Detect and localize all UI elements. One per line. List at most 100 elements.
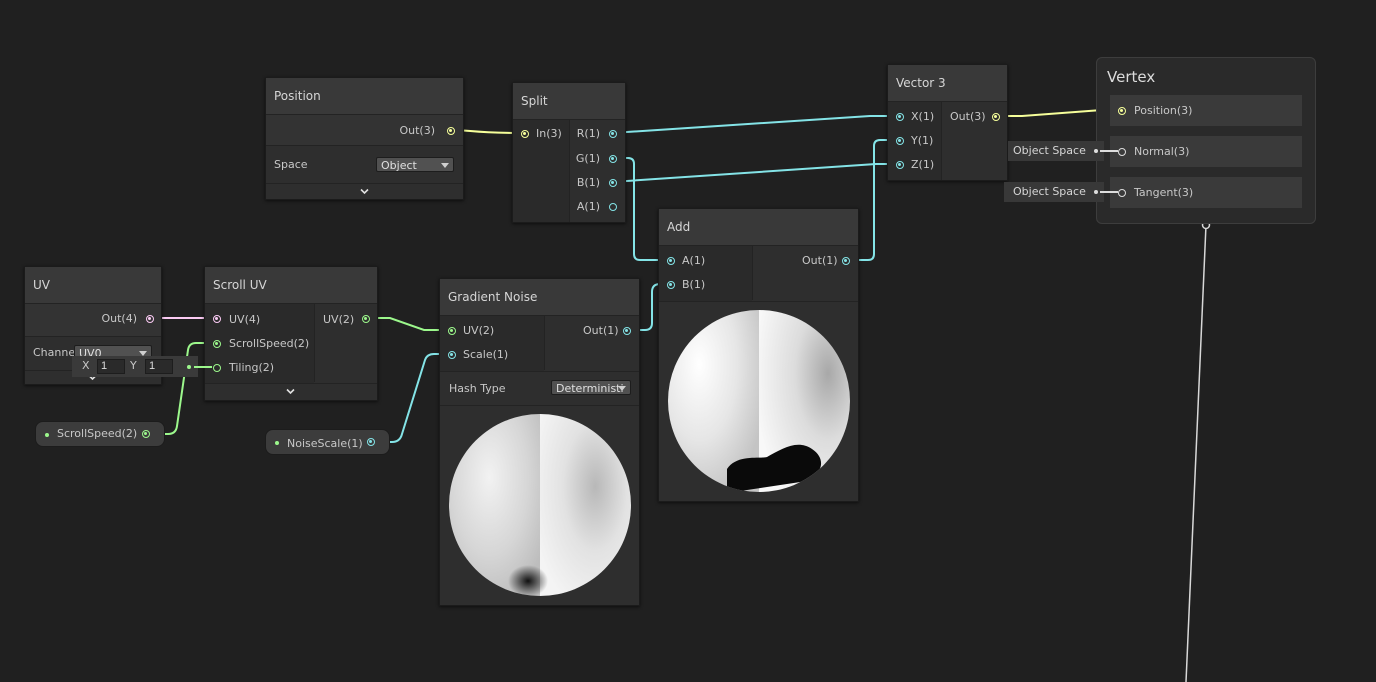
noisescale-property-node[interactable]: NoiseScale(1) <box>265 429 390 455</box>
split-out-r-port[interactable] <box>609 130 617 138</box>
split-out-g-label: G(1) <box>575 152 600 165</box>
vertex-block-position[interactable]: Position(3) <box>1110 95 1302 126</box>
uv-out-label: Out(4) <box>101 312 137 325</box>
tangent-space-link <box>1100 191 1118 193</box>
position-out-label: Out(3) <box>399 124 435 137</box>
split-out-a-label: A(1) <box>576 200 600 213</box>
scrollspeed-property-node[interactable]: ScrollSpeed(2) <box>35 421 165 447</box>
noise-out-label: Out(1) <box>583 324 619 337</box>
scroll-uv-in-uv-port[interactable] <box>213 315 221 323</box>
gradient-noise-preview[interactable] <box>448 413 632 597</box>
vector3-out-port[interactable] <box>992 113 1000 121</box>
scroll-uv-in-tiling-port[interactable] <box>213 364 221 372</box>
tiling-y-label: Y <box>130 359 137 372</box>
property-indicator-icon <box>275 441 279 445</box>
hash-type-dropdown[interactable]: Deterministi <box>551 380 631 395</box>
vertex-normal-label: Normal(3) <box>1134 145 1190 158</box>
vertex-tangent-port[interactable] <box>1118 189 1126 197</box>
position-space-dropdown[interactable]: Object <box>376 157 454 172</box>
normal-space-link <box>1100 150 1118 152</box>
split-out-a-port[interactable] <box>609 203 617 211</box>
uv-channel-label: Channe <box>33 346 76 359</box>
vector3-in-x-port[interactable] <box>896 113 904 121</box>
uv-node-title[interactable]: UV <box>25 267 161 303</box>
noise-in-uv-port[interactable] <box>448 327 456 335</box>
tiling-link <box>194 366 212 368</box>
scroll-uv-out-port[interactable] <box>362 315 370 323</box>
add-out-label: Out(1) <box>802 254 838 267</box>
noisescale-property-label: NoiseScale(1) <box>287 437 363 450</box>
scrollspeed-property-label: ScrollSpeed(2) <box>57 427 138 440</box>
split-out-g-port[interactable] <box>609 155 617 163</box>
vertex-tangent-label: Tangent(3) <box>1134 186 1194 199</box>
position-node-title[interactable]: Position <box>266 78 463 114</box>
tiling-dot <box>187 365 191 369</box>
add-node-title[interactable]: Add <box>659 209 858 245</box>
split-out-b-label: B(1) <box>576 176 600 189</box>
scroll-uv-out-label: UV(2) <box>323 313 355 326</box>
position-space-label: Space <box>274 158 308 171</box>
scroll-uv-in-speed-port[interactable] <box>213 340 221 348</box>
wire-split-r-to-vector3-x[interactable] <box>611 115 899 134</box>
tiling-x-field[interactable] <box>97 359 125 374</box>
scroll-uv-in-tiling-label: Tiling(2) <box>229 361 275 374</box>
vertex-context-title: Vertex <box>1107 68 1156 86</box>
chevron-down-icon <box>441 163 449 168</box>
add-in-a-label: A(1) <box>682 254 706 267</box>
property-indicator-icon <box>45 433 49 437</box>
expand-chevron-icon[interactable] <box>360 187 369 196</box>
split-in-port[interactable] <box>521 130 529 138</box>
expand-chevron-icon[interactable] <box>286 387 295 396</box>
add-preview[interactable] <box>667 309 851 493</box>
scroll-uv-node[interactable]: Scroll UV UV(4) ScrollSpeed(2) Tiling(2)… <box>204 266 378 401</box>
split-in-label: In(3) <box>536 127 562 140</box>
vertex-normal-port[interactable] <box>1118 148 1126 156</box>
vector3-out-label: Out(3) <box>950 110 986 123</box>
noise-in-scale-port[interactable] <box>448 351 456 359</box>
normal-space-dot <box>1094 149 1098 153</box>
add-in-a-port[interactable] <box>667 257 675 265</box>
vertex-position-label: Position(3) <box>1134 104 1193 117</box>
position-space-value: Object <box>381 159 417 172</box>
split-node-title[interactable]: Split <box>513 83 625 119</box>
vertex-position-port[interactable] <box>1118 107 1126 115</box>
normal-space-label: Object Space <box>1013 144 1086 157</box>
add-in-b-label: B(1) <box>682 278 706 291</box>
tangent-space-dot <box>1094 190 1098 194</box>
scroll-uv-node-title[interactable]: Scroll UV <box>205 267 377 303</box>
vector3-in-x-label: X(1) <box>911 110 935 123</box>
tangent-space-control[interactable]: Object Space <box>1004 182 1104 202</box>
vector3-node-title[interactable]: Vector 3 <box>888 65 1007 101</box>
hash-type-value: Deterministi <box>556 382 624 395</box>
scroll-uv-in-speed-label: ScrollSpeed(2) <box>229 337 310 350</box>
split-out-b-port[interactable] <box>609 179 617 187</box>
tiling-x-label: X <box>82 359 90 372</box>
tiling-inline-control[interactable]: X Y <box>72 356 198 377</box>
split-node[interactable]: Split In(3) R(1) G(1) B(1) A(1) <box>512 82 626 223</box>
position-node[interactable]: Position Out(3) Space Object <box>265 77 464 200</box>
normal-space-control[interactable]: Object Space <box>1008 141 1104 161</box>
vector3-in-z-label: Z(1) <box>911 158 935 171</box>
gradient-noise-node-title[interactable]: Gradient Noise <box>440 279 639 315</box>
add-node[interactable]: Add A(1) B(1) Out(1) <box>658 208 859 502</box>
vertex-block-tangent[interactable]: Tangent(3) <box>1110 177 1302 208</box>
gradient-noise-node[interactable]: Gradient Noise UV(2) Scale(1) Out(1) Has… <box>439 278 640 606</box>
split-out-r-label: R(1) <box>576 127 600 140</box>
tangent-space-label: Object Space <box>1013 185 1086 198</box>
vertex-block-normal[interactable]: Normal(3) <box>1110 136 1302 167</box>
vertex-context[interactable]: Vertex Position(3) Normal(3) Tangent(3) <box>1096 57 1316 224</box>
vector3-in-z-port[interactable] <box>896 161 904 169</box>
vector3-node[interactable]: Vector 3 X(1) Y(1) Z(1) Out(3) <box>887 64 1008 181</box>
uv-out-port[interactable] <box>146 315 154 323</box>
wire-vertex-flow <box>1185 224 1207 682</box>
tiling-y-field[interactable] <box>145 359 173 374</box>
scrollspeed-property-port[interactable] <box>142 430 150 438</box>
wire-split-b-to-vector3-z[interactable] <box>611 163 899 183</box>
vector3-in-y-port[interactable] <box>896 137 904 145</box>
noisescale-property-port[interactable] <box>367 438 375 446</box>
position-out-port[interactable] <box>447 127 455 135</box>
chevron-down-icon <box>618 386 626 391</box>
noise-out-port[interactable] <box>623 327 631 335</box>
add-out-port[interactable] <box>842 257 850 265</box>
add-in-b-port[interactable] <box>667 281 675 289</box>
